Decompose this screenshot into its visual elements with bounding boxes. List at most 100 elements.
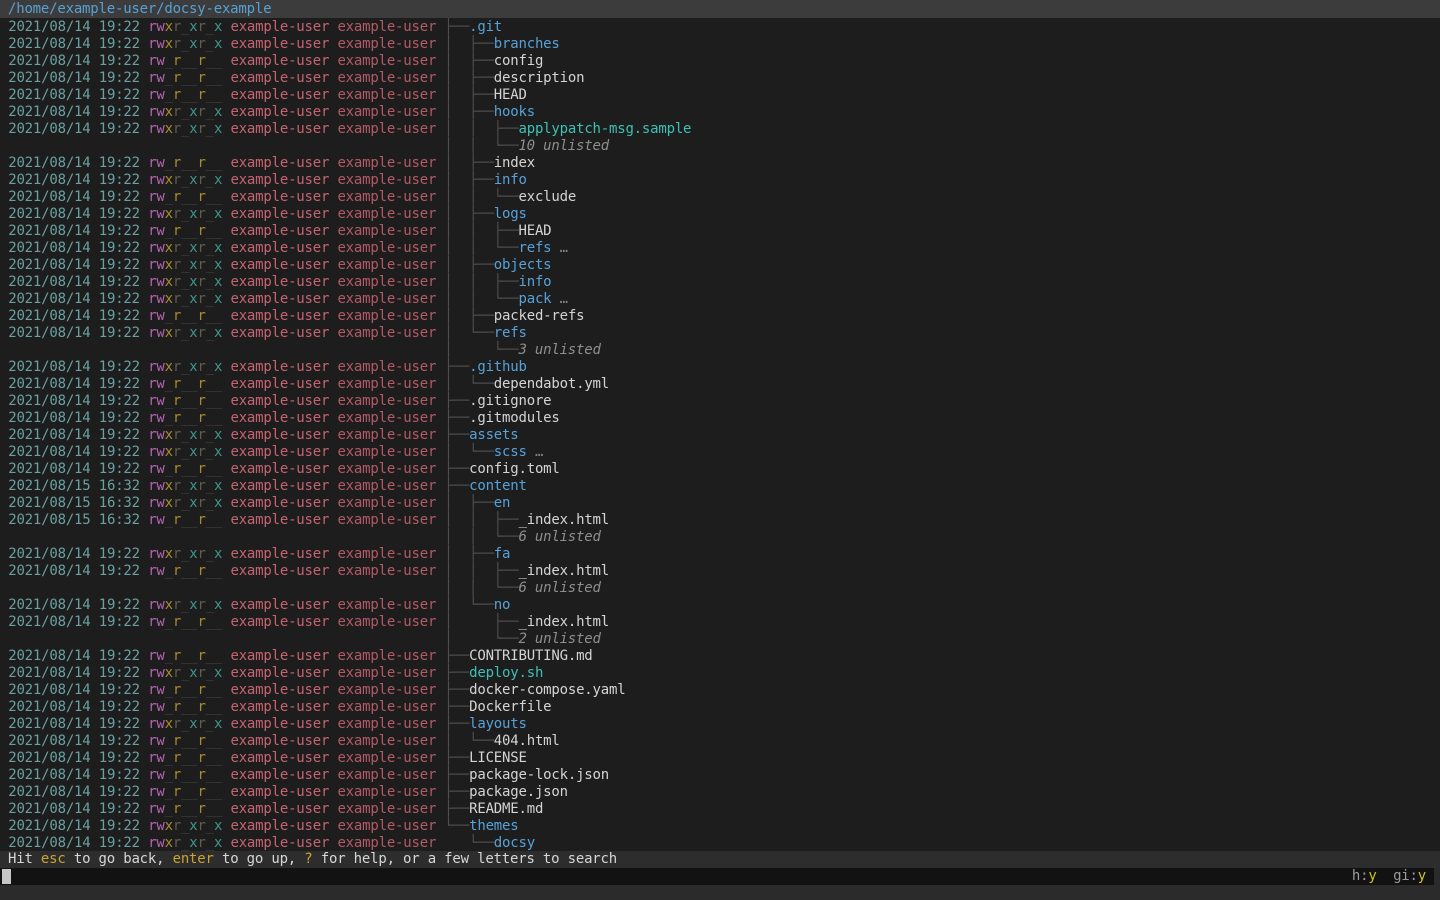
tree-row[interactable]: 2021/08/14 19:22 rw_r__r__ example-user … (0, 733, 1440, 750)
tree-row[interactable]: 2021/08/14 19:22 rw_r__r__ example-user … (0, 784, 1440, 801)
tree-row[interactable]: 2021/08/14 19:22 rw_r__r__ example-user … (0, 410, 1440, 427)
tree-row[interactable]: 2021/08/14 19:22 rwxr_xr_x example-user … (0, 291, 1440, 308)
entry-name[interactable]: _index.html (518, 512, 609, 528)
entry-name[interactable]: deploy.sh (469, 665, 543, 681)
entry-name[interactable]: _index.html (518, 563, 609, 579)
tree-row[interactable]: │ │ └──6 unlisted (0, 529, 1440, 546)
entry-name[interactable]: _index.html (518, 614, 609, 630)
entry-name[interactable]: en (494, 495, 510, 511)
tree-row[interactable]: 2021/08/14 19:22 rw_r__r__ example-user … (0, 699, 1440, 716)
tree-row[interactable]: 2021/08/14 19:22 rw_r__r__ example-user … (0, 223, 1440, 240)
tree-row[interactable]: 2021/08/14 19:22 rw_r__r__ example-user … (0, 70, 1440, 87)
entry-name[interactable]: dependabot.yml (494, 376, 609, 392)
tree-row[interactable]: 2021/08/14 19:22 rwxr_xr_x example-user … (0, 325, 1440, 342)
tree-row[interactable]: 2021/08/14 19:22 rw_r__r__ example-user … (0, 801, 1440, 818)
tree-row[interactable]: 2021/08/15 16:32 rw_r__r__ example-user … (0, 512, 1440, 529)
entry-name[interactable]: content (469, 478, 527, 494)
entry-name[interactable]: README.md (469, 801, 543, 817)
entry-name[interactable]: objects (494, 257, 552, 273)
search-input[interactable]: h:y gi:y (0, 868, 1434, 885)
entry-name[interactable]: 404.html (494, 733, 560, 749)
tree-row[interactable]: 2021/08/14 19:22 rwxr_xr_x example-user … (0, 36, 1440, 53)
entry-name[interactable]: 10 unlisted (518, 138, 609, 154)
entry-name[interactable]: no (494, 597, 510, 613)
entry-name[interactable]: docker-compose.yaml (469, 682, 625, 698)
tree-row[interactable]: 2021/08/14 19:22 rw_r__r__ example-user … (0, 614, 1440, 631)
tree-row[interactable]: 2021/08/14 19:22 rwxr_xr_x example-user … (0, 359, 1440, 376)
tree-row[interactable]: │ └──2 unlisted (0, 631, 1440, 648)
tree-row[interactable]: 2021/08/14 19:22 rw_r__r__ example-user … (0, 393, 1440, 410)
tree-row[interactable]: 2021/08/14 19:22 rwxr_xr_x example-user … (0, 818, 1440, 835)
tree-row[interactable]: 2021/08/14 19:22 rwxr_xr_x example-user … (0, 240, 1440, 257)
tree-row[interactable]: │ └──3 unlisted (0, 342, 1440, 359)
tree-row[interactable]: 2021/08/14 19:22 rwxr_xr_x example-user … (0, 597, 1440, 614)
tree-row[interactable]: 2021/08/14 19:22 rwxr_xr_x example-user … (0, 19, 1440, 36)
entry-name[interactable]: package.json (469, 784, 568, 800)
tree-row[interactable]: 2021/08/15 16:32 rwxr_xr_x example-user … (0, 495, 1440, 512)
tree-row[interactable]: 2021/08/14 19:22 rwxr_xr_x example-user … (0, 257, 1440, 274)
entry-name[interactable]: .github (469, 359, 527, 375)
tree-row[interactable]: 2021/08/14 19:22 rw_r__r__ example-user … (0, 767, 1440, 784)
entry-name[interactable]: config.toml (469, 461, 560, 477)
entry-name[interactable]: fa (494, 546, 510, 562)
entry-name[interactable]: 6 unlisted (518, 580, 600, 596)
entry-name[interactable]: 2 unlisted (518, 631, 600, 647)
entry-name[interactable]: package-lock.json (469, 767, 609, 783)
entry-name[interactable]: .gitmodules (469, 410, 560, 426)
entry-name[interactable]: exclude (518, 189, 576, 205)
entry-name[interactable]: 3 unlisted (518, 342, 600, 358)
entry-name[interactable]: logs (494, 206, 527, 222)
entry-name[interactable]: Dockerfile (469, 699, 551, 715)
tree-row[interactable]: 2021/08/14 19:22 rwxr_xr_x example-user … (0, 835, 1440, 851)
tree-row[interactable]: 2021/08/14 19:22 rwxr_xr_x example-user … (0, 427, 1440, 444)
tree-row[interactable]: │ │ └──10 unlisted (0, 138, 1440, 155)
tree-row[interactable]: 2021/08/14 19:22 rw_r__r__ example-user … (0, 308, 1440, 325)
tree-row[interactable]: 2021/08/15 16:32 rwxr_xr_x example-user … (0, 478, 1440, 495)
tree-row[interactable]: 2021/08/14 19:22 rw_r__r__ example-user … (0, 750, 1440, 767)
entry-name[interactable]: refs (518, 240, 551, 256)
entry-name[interactable]: info (518, 274, 551, 290)
tree-row[interactable]: 2021/08/14 19:22 rw_r__r__ example-user … (0, 53, 1440, 70)
tree-row[interactable]: 2021/08/14 19:22 rwxr_xr_x example-user … (0, 206, 1440, 223)
entry-name[interactable]: hooks (494, 104, 535, 120)
tree-row[interactable]: │ │ └──6 unlisted (0, 580, 1440, 597)
entry-name[interactable]: layouts (469, 716, 527, 732)
entry-name[interactable]: pack (518, 291, 551, 307)
entry-name[interactable]: 6 unlisted (518, 529, 600, 545)
tree-row[interactable]: 2021/08/14 19:22 rw_r__r__ example-user … (0, 189, 1440, 206)
tree-row[interactable]: 2021/08/14 19:22 rw_r__r__ example-user … (0, 648, 1440, 665)
entry-name[interactable]: CONTRIBUTING.md (469, 648, 592, 664)
entry-name[interactable]: config (494, 53, 543, 69)
entry-name[interactable]: HEAD (518, 223, 551, 239)
tree-row[interactable]: 2021/08/14 19:22 rwxr_xr_x example-user … (0, 716, 1440, 733)
entry-name[interactable]: themes (469, 818, 518, 834)
tree-row[interactable]: 2021/08/14 19:22 rw_r__r__ example-user … (0, 682, 1440, 699)
entry-name[interactable]: applypatch-msg.sample (518, 121, 691, 137)
tree-row[interactable]: 2021/08/14 19:22 rw_r__r__ example-user … (0, 87, 1440, 104)
tree-row[interactable]: 2021/08/14 19:22 rw_r__r__ example-user … (0, 563, 1440, 580)
owner: example-user (222, 750, 329, 766)
entry-name[interactable]: .git (469, 19, 502, 35)
entry-name[interactable]: index (494, 155, 535, 171)
tree-row[interactable]: 2021/08/14 19:22 rwxr_xr_x example-user … (0, 546, 1440, 563)
tree-row[interactable]: 2021/08/14 19:22 rw_r__r__ example-user … (0, 461, 1440, 478)
entry-name[interactable]: .gitignore (469, 393, 551, 409)
tree-row[interactable]: 2021/08/14 19:22 rw_r__r__ example-user … (0, 376, 1440, 393)
tree-row[interactable]: 2021/08/14 19:22 rwxr_xr_x example-user … (0, 444, 1440, 461)
entry-name[interactable]: scss (494, 444, 527, 460)
tree-row[interactable]: 2021/08/14 19:22 rwxr_xr_x example-user … (0, 172, 1440, 189)
entry-name[interactable]: description (494, 70, 585, 86)
tree-row[interactable]: 2021/08/14 19:22 rw_r__r__ example-user … (0, 155, 1440, 172)
entry-name[interactable]: assets (469, 427, 518, 443)
entry-name[interactable]: docsy (494, 835, 535, 851)
tree-row[interactable]: 2021/08/14 19:22 rwxr_xr_x example-user … (0, 121, 1440, 138)
entry-name[interactable]: LICENSE (469, 750, 527, 766)
entry-name[interactable]: refs (494, 325, 527, 341)
tree-row[interactable]: 2021/08/14 19:22 rwxr_xr_x example-user … (0, 104, 1440, 121)
entry-name[interactable]: branches (494, 36, 560, 52)
entry-name[interactable]: HEAD (494, 87, 527, 103)
tree-row[interactable]: 2021/08/14 19:22 rwxr_xr_x example-user … (0, 665, 1440, 682)
tree-row[interactable]: 2021/08/14 19:22 rwxr_xr_x example-user … (0, 274, 1440, 291)
entry-name[interactable]: packed-refs (494, 308, 585, 324)
entry-name[interactable]: info (494, 172, 527, 188)
